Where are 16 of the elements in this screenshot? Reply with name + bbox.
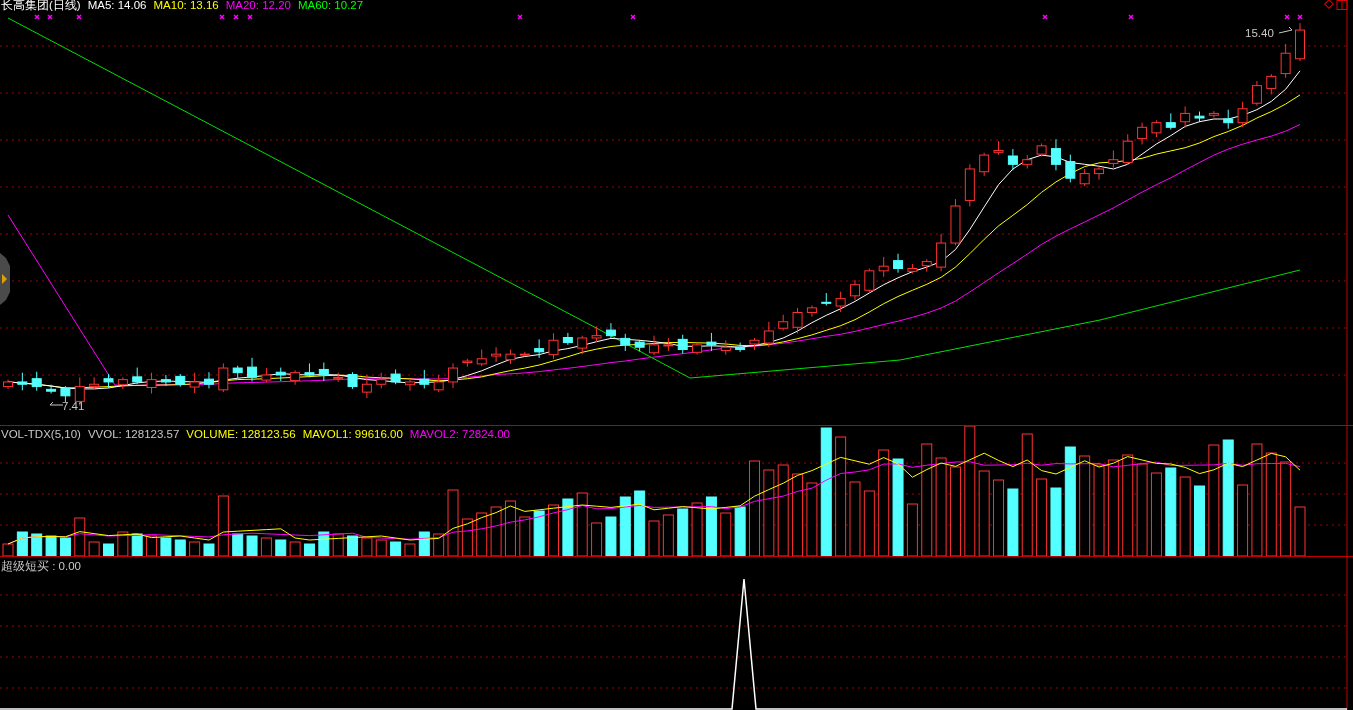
indicator-value: VVOL: 128123.57 — [87, 428, 180, 440]
indicator-value: MA20: 12.20 — [225, 0, 291, 11]
side-tab-icon — [0, 253, 10, 305]
indicator-value: VOL-TDX(5,10) — [1, 428, 81, 440]
diamond-icon — [1324, 0, 1334, 9]
high-price-label: 15.40 — [1245, 27, 1274, 39]
low-price-label: 7.41 — [62, 400, 85, 412]
indicator-value: 超级短买 : 0.00 — [1, 560, 81, 572]
indicator-value: MA10: 13.16 — [153, 0, 219, 11]
indicator-value: VOLUME: 128123.56 — [186, 428, 296, 440]
indicator-value: MAVOL2: 72824.00 — [409, 428, 510, 440]
chart-title: 长高集团(日线) — [1, 0, 81, 11]
window-toggle-icon — [1336, 0, 1348, 11]
indicator-value: MA5: 14.06 — [87, 0, 147, 11]
indicator-value: MAVOL1: 99616.00 — [302, 428, 403, 440]
indicator-value: MA60: 10.27 — [297, 0, 364, 11]
